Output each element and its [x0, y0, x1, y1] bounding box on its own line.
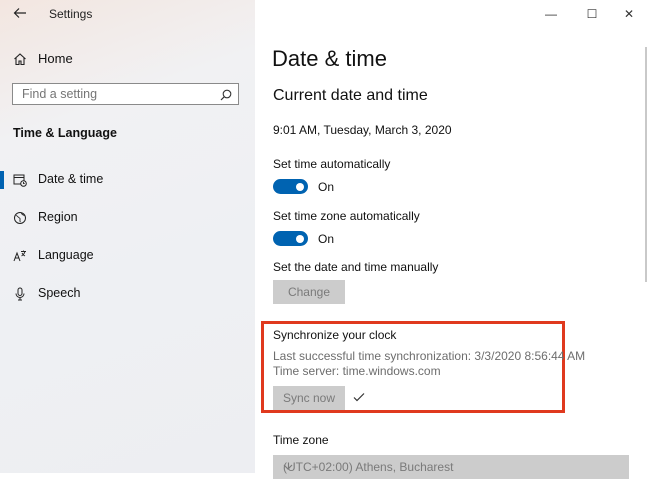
main-content: — ☐ ✕ Date & time Current date and time … — [255, 0, 648, 479]
chevron-down-icon — [283, 460, 293, 470]
timezone-select[interactable]: (UTC+02:00) Athens, Bucharest — [273, 455, 629, 479]
scrollbar[interactable] — [645, 47, 647, 282]
home-label: Home — [38, 51, 73, 66]
manual-datetime-label: Set the date and time manually — [273, 260, 439, 274]
sidebar: Settings Home Time & Language Date & tim… — [0, 0, 255, 473]
sidebar-item-label: Language — [38, 248, 94, 262]
sync-now-button[interactable]: Sync now — [273, 386, 345, 410]
microphone-icon — [13, 287, 27, 301]
search-box[interactable] — [12, 83, 239, 105]
home-icon — [13, 52, 27, 66]
set-tz-auto-toggle[interactable] — [273, 231, 308, 246]
sidebar-item-label: Speech — [38, 286, 81, 300]
timezone-value: (UTC+02:00) Athens, Bucharest — [283, 460, 454, 474]
globe-icon — [13, 211, 27, 225]
timezone-label: Time zone — [273, 433, 329, 447]
search-icon[interactable] — [220, 88, 232, 101]
toggle-state: On — [318, 180, 335, 194]
current-datetime: 9:01 AM, Tuesday, March 3, 2020 — [273, 123, 452, 137]
sidebar-item-home[interactable]: Home — [0, 43, 255, 75]
sidebar-item-label: Date & time — [38, 172, 104, 186]
section-title: Time & Language — [13, 126, 117, 140]
search-input[interactable] — [13, 84, 217, 104]
toggle-state: On — [318, 232, 335, 246]
maximize-button[interactable]: ☐ — [582, 5, 602, 23]
sync-title: Synchronize your clock — [273, 328, 397, 342]
sidebar-item-label: Region — [38, 210, 78, 224]
section-heading: Current date and time — [273, 87, 428, 104]
sidebar-item-speech[interactable]: Speech — [0, 278, 255, 310]
time-server-text: Time server: time.windows.com — [273, 364, 441, 378]
change-button[interactable]: Change — [273, 280, 345, 304]
checkmark-icon — [353, 389, 365, 402]
set-time-auto-toggle[interactable] — [273, 179, 308, 194]
calendar-clock-icon — [13, 173, 27, 187]
close-button[interactable]: ✕ — [619, 5, 639, 23]
sidebar-item-language[interactable]: Language — [0, 240, 255, 272]
minimize-button[interactable]: — — [541, 5, 561, 23]
page-title: Date & time — [272, 46, 387, 71]
sidebar-item-region[interactable]: Region — [0, 202, 255, 234]
sidebar-item-date-time[interactable]: Date & time — [0, 164, 255, 196]
back-arrow-icon[interactable] — [11, 6, 29, 24]
title-bar: Settings — [0, 0, 255, 30]
last-sync-text: Last successful time synchronization: 3/… — [273, 349, 586, 363]
language-icon — [13, 249, 27, 263]
app-title: Settings — [49, 7, 93, 21]
set-time-auto-label: Set time automatically — [273, 157, 391, 171]
set-tz-auto-label: Set time zone automatically — [273, 209, 420, 223]
